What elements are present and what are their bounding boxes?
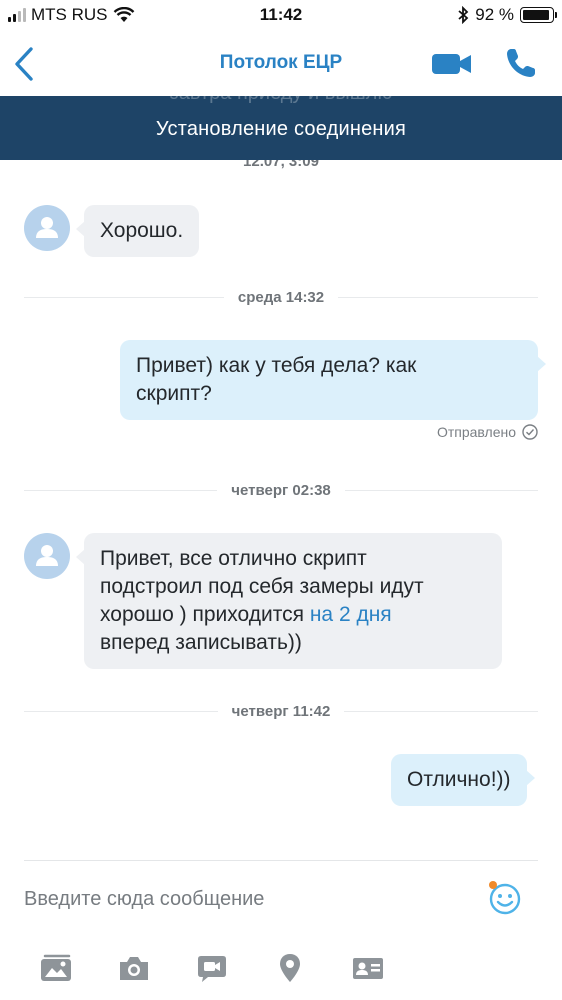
message-text: Отлично!)) — [407, 768, 511, 791]
nav-bar: Потолок ЕЦР — [0, 32, 562, 96]
date-separator: среда 14:32 — [24, 287, 538, 307]
avatar[interactable] — [24, 205, 70, 251]
battery-icon — [520, 7, 557, 23]
connection-banner: завтра приеду и вышлю Установление соеди… — [0, 96, 562, 160]
check-circle-icon — [522, 424, 538, 440]
message-bubble-incoming[interactable]: Хорошо. — [75, 205, 200, 257]
message-bubble-incoming[interactable]: Привет, все отлично скрипт подстроил под… — [76, 533, 502, 669]
composer-divider — [24, 860, 538, 861]
delivery-status: Отправлено — [437, 424, 538, 440]
user-icon — [36, 545, 58, 566]
smiley-icon[interactable] — [486, 880, 522, 916]
video-message-icon[interactable] — [192, 950, 232, 986]
message-text: Хорошо. — [100, 219, 184, 242]
date-separator: четверг 02:38 — [24, 480, 539, 500]
message-text-line: хорошо ) приходится на 2 дня — [100, 601, 486, 629]
date-separator-label: четверг 11:42 — [231, 702, 331, 720]
connection-status-text: Установление соединения — [155, 118, 407, 140]
date-separator: четверг 11:42 — [24, 701, 538, 721]
status-right: 92 % — [457, 5, 557, 25]
location-pin-icon[interactable] — [270, 950, 310, 986]
composer — [0, 862, 562, 934]
message-text-line: Привет, все отлично скрипт — [100, 547, 367, 570]
attachment-toolbar — [0, 944, 562, 992]
avatar[interactable] — [24, 533, 70, 579]
status-bar: MTS RUS 11:42 92 % — [0, 0, 562, 32]
message-input[interactable] — [24, 884, 444, 914]
delivery-status-label: Отправлено — [436, 424, 516, 440]
chat-title[interactable]: Потолок ЕЦР — [0, 52, 562, 74]
phone-icon[interactable] — [504, 46, 538, 80]
battery-percent: 92 % — [475, 5, 514, 24]
camera-icon[interactable] — [114, 950, 154, 986]
message-text-line: скрипт? — [136, 382, 212, 405]
message-text-line: вперед записывать)) — [100, 631, 302, 654]
chat-area[interactable]: 12.07, 3:09 Хорошо. среда 14:32 Привет) … — [0, 160, 562, 860]
gallery-icon[interactable] — [37, 950, 77, 986]
message-text-line: подстроил под себя замеры идут — [100, 575, 424, 598]
date-link[interactable]: на 2 дня — [310, 603, 392, 626]
message-text-segment: хорошо ) приходится — [100, 603, 310, 626]
message-bubble-outgoing[interactable]: Привет) как у тебя дела? как скрипт? — [120, 340, 546, 420]
banner-ghost-text: завтра приеду и вышлю — [0, 96, 562, 105]
bluetooth-icon — [458, 6, 469, 24]
video-camera-icon[interactable] — [430, 50, 474, 78]
contact-card-icon[interactable] — [348, 950, 388, 986]
user-icon — [36, 217, 58, 238]
date-separator-label: среда 14:32 — [237, 288, 325, 306]
message-text-line: Привет) как у тебя дела? как — [136, 354, 417, 377]
partial-timestamp: 12.07, 3:09 — [243, 160, 319, 170]
message-bubble-outgoing[interactable]: Отлично!)) — [391, 754, 535, 806]
date-separator-label: четверг 02:38 — [231, 481, 331, 499]
